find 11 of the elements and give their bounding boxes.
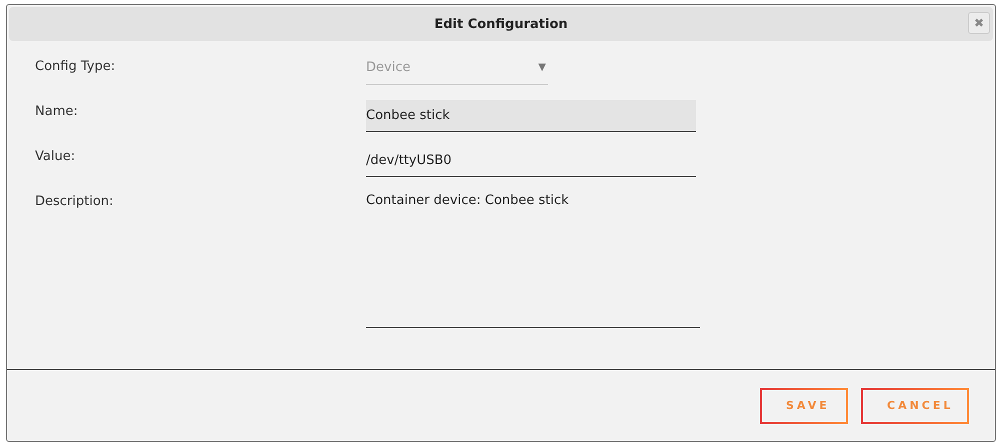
dialog-title: Edit Configuration — [434, 16, 568, 32]
input-field[interactable]: /dev/ttyUSB0 — [366, 145, 696, 177]
textarea-field[interactable]: Container device: Conbee stick — [366, 193, 700, 328]
save-button[interactable]: SAVE — [760, 388, 848, 424]
cancel-button[interactable]: CANCEL — [861, 388, 969, 424]
field-label: Description: — [35, 193, 114, 209]
close-button[interactable]: ✖ — [968, 12, 990, 34]
field-label: Name: — [35, 103, 78, 119]
field-label: Config Type: — [35, 58, 116, 74]
field-label: Value: — [35, 148, 76, 164]
input-field[interactable]: Conbee stick — [366, 100, 696, 132]
